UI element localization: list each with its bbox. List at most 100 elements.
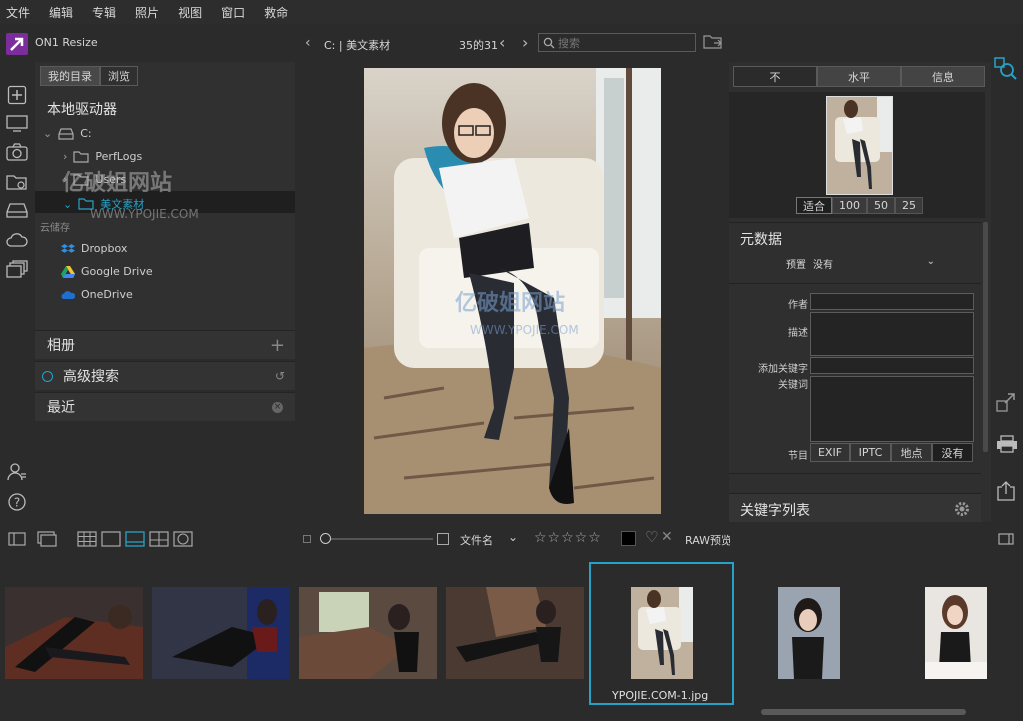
tab-my-catalog[interactable]: 我的目录	[40, 66, 100, 86]
chevron-down-icon[interactable]: ⌄	[63, 198, 72, 211]
print-icon[interactable]	[996, 435, 1018, 453]
heart-icon[interactable]: ♡	[645, 528, 658, 546]
right-scrollbar[interactable]	[983, 222, 988, 452]
keywords-field[interactable]	[810, 376, 974, 442]
menu-edit[interactable]: 编辑	[49, 4, 73, 21]
cloud-item-onedrive[interactable]: OneDrive	[61, 288, 133, 301]
right-panel-toggle-icon[interactable]	[998, 533, 1014, 545]
navigator-thumbnail[interactable]	[826, 96, 893, 195]
menu-view[interactable]: 视图	[178, 4, 202, 21]
section-label: 最近	[47, 400, 75, 416]
back-icon[interactable]: ‹	[305, 35, 311, 51]
zoom-50-button[interactable]: 50	[867, 197, 895, 214]
cloud-item-google-drive[interactable]: Google Drive	[61, 265, 153, 278]
help-icon[interactable]: ?	[5, 491, 29, 513]
menu-photo[interactable]: 照片	[135, 4, 159, 21]
divider	[729, 283, 981, 284]
add-keyword-label: 添加关键字	[758, 364, 808, 375]
magnify-tool-icon[interactable]	[994, 57, 1018, 81]
sort-label[interactable]: 文件名	[460, 532, 493, 548]
layers-icon[interactable]	[5, 258, 29, 280]
tree-folder-perflogs[interactable]: › PerfLogs	[63, 150, 142, 163]
folder-export-icon[interactable]	[703, 34, 723, 50]
tab-info[interactable]: 信息	[901, 66, 985, 87]
tab-location[interactable]: 地点	[891, 443, 932, 462]
thumbnail[interactable]	[925, 587, 987, 679]
keywords-label: 关键词	[778, 380, 808, 391]
section-label: 节目	[788, 451, 808, 462]
tab-exif[interactable]: EXIF	[810, 443, 850, 462]
zoom-fit-button[interactable]: 适合	[796, 197, 832, 214]
panel-toggle-icon[interactable]	[8, 532, 26, 546]
next-image-icon[interactable]: ›	[522, 33, 528, 52]
section-label: 相册	[47, 338, 75, 354]
zoom-25-button[interactable]: 25	[895, 197, 923, 214]
thumbnail[interactable]	[778, 587, 840, 679]
raw-preview-label[interactable]: RAW预览	[685, 532, 730, 548]
prev-image-icon[interactable]: ‹	[499, 33, 505, 52]
thumbnail[interactable]	[152, 587, 290, 679]
filmstrip-scrollbar[interactable]	[761, 709, 966, 715]
filmstrip-view-icon[interactable]	[125, 531, 145, 547]
plus-icon[interactable]	[5, 84, 29, 106]
metadata-tabs: EXIF IPTC 地点 没有	[810, 443, 973, 462]
display-icon[interactable]	[37, 531, 57, 547]
section-label: 高级搜索	[63, 369, 119, 385]
add-keyword-field[interactable]	[810, 357, 974, 374]
tree-drive-c[interactable]: ⌄ C:	[43, 127, 92, 140]
select-all-checkbox[interactable]	[437, 533, 449, 545]
clear-icon[interactable]: ×	[272, 401, 283, 413]
reset-icon[interactable]: ↺	[275, 369, 285, 383]
map-view-icon[interactable]	[173, 531, 193, 547]
author-field[interactable]	[810, 293, 974, 310]
thumbnail-selected[interactable]	[631, 587, 693, 679]
tab-none[interactable]: 不	[733, 66, 817, 87]
share-icon[interactable]	[997, 481, 1015, 501]
tab-browse[interactable]: 浏览	[100, 66, 138, 86]
grid-view-icon[interactable]	[77, 531, 97, 547]
menu-help[interactable]: 救命	[264, 4, 288, 21]
chevron-down-icon[interactable]: ⌄	[508, 530, 518, 544]
compare-view-icon[interactable]	[149, 531, 169, 547]
keyword-list-title: 关键字列表	[740, 503, 810, 519]
resize-icon[interactable]	[996, 392, 1016, 412]
image-count: 35的31	[459, 39, 498, 52]
author-label: 作者	[788, 300, 808, 311]
drive-icon[interactable]	[5, 199, 29, 221]
star-rating-filter[interactable]: ☆☆☆☆☆	[534, 530, 602, 546]
cloud-label: Dropbox	[81, 242, 128, 255]
user-icon[interactable]	[5, 461, 29, 483]
tab-none-meta[interactable]: 没有	[932, 443, 973, 462]
tab-horizontal[interactable]: 水平	[817, 66, 901, 87]
menu-file[interactable]: 文件	[6, 4, 30, 21]
thumbnail[interactable]	[5, 587, 143, 679]
search-input[interactable]: 搜索	[538, 33, 696, 52]
menu-window[interactable]: 窗口	[221, 4, 245, 21]
small-thumb-icon[interactable]	[303, 535, 311, 543]
folder-sync-icon[interactable]	[5, 171, 29, 193]
slider-handle[interactable]	[320, 533, 331, 544]
chevron-down-icon[interactable]: ⌄	[43, 127, 52, 140]
reject-icon[interactable]: ✕	[661, 529, 673, 545]
section-albums[interactable]: 相册 +	[35, 330, 295, 359]
plus-icon[interactable]: +	[270, 335, 285, 356]
chevron-right-icon[interactable]: ›	[63, 150, 67, 163]
cloud-icon[interactable]	[5, 229, 29, 251]
color-label-filter[interactable]	[621, 531, 636, 546]
cloud-item-dropbox[interactable]: Dropbox	[61, 242, 127, 255]
section-recent[interactable]: 最近 ×	[35, 392, 295, 421]
description-field[interactable]	[810, 312, 974, 356]
gear-icon[interactable]	[954, 501, 970, 517]
tab-iptc[interactable]: IPTC	[850, 443, 891, 462]
detail-view-icon[interactable]	[101, 531, 121, 547]
menu-album[interactable]: 专辑	[92, 4, 116, 21]
preset-label: 预置	[786, 260, 806, 271]
zoom-100-button[interactable]: 100	[832, 197, 867, 214]
thumbnail[interactable]	[299, 587, 437, 679]
monitor-icon[interactable]	[5, 113, 29, 135]
section-advanced-search[interactable]: 高级搜索 ↺	[35, 361, 295, 390]
thumbnail[interactable]	[446, 587, 584, 679]
thumbnail-size-slider[interactable]	[320, 538, 433, 540]
preset-select[interactable]: 没有 ⌄	[813, 256, 935, 271]
camera-icon[interactable]	[5, 141, 29, 163]
